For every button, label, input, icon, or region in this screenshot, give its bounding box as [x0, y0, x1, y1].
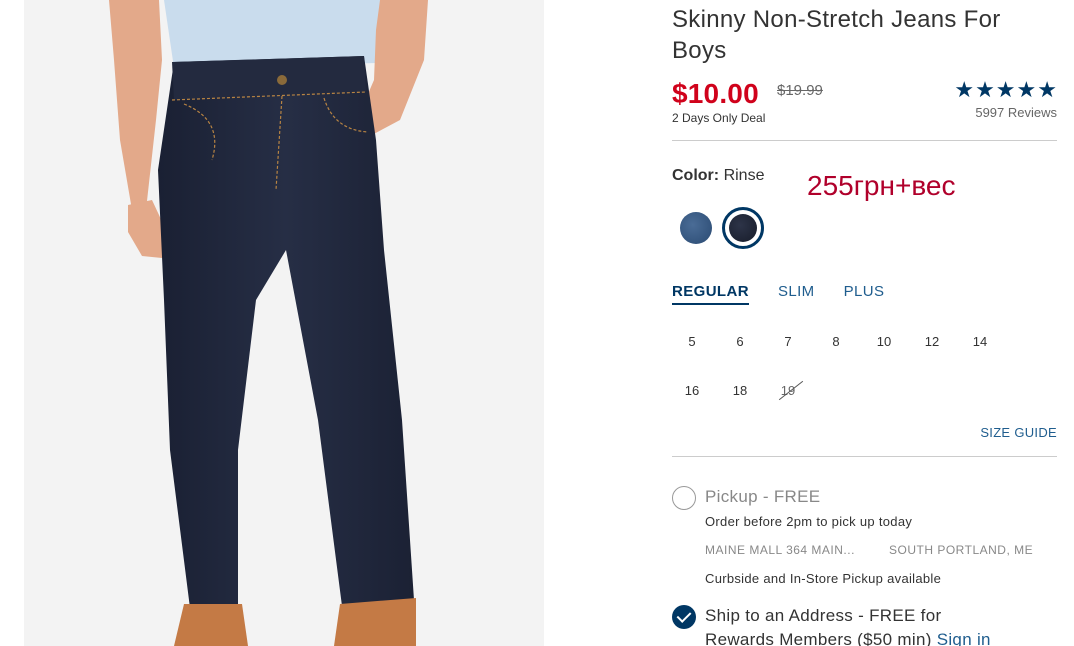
star-icon: ★: [1016, 77, 1037, 102]
original-price: $19.99: [777, 82, 823, 99]
tab-slim[interactable]: SLIM: [778, 283, 815, 305]
color-label: Color:: [672, 167, 720, 184]
color-selection: Color: Rinse: [672, 167, 764, 185]
ship-radio-checked[interactable]: [672, 605, 696, 629]
size-option[interactable]: 12: [912, 334, 952, 349]
curbside-note: Curbside and In-Store Pickup available: [705, 571, 942, 586]
pickup-radio[interactable]: [672, 486, 696, 510]
half-star-icon: ★: [1037, 77, 1057, 102]
product-details: Skinny Non-Stretch Jeans For Boys $10.00…: [672, 0, 1057, 646]
star-icon: ★: [975, 77, 995, 102]
rating-stars[interactable]: ★ ★ ★ ★ ★: [954, 79, 1057, 101]
star-icon: ★: [954, 77, 975, 102]
color-value: Rinse: [723, 167, 765, 184]
store-name-link[interactable]: MAINE MALL 364 MAIN...: [705, 543, 855, 557]
product-image[interactable]: [24, 0, 544, 646]
sale-price: $10.00: [672, 78, 759, 109]
store-city: SOUTH PORTLAND, ME: [889, 543, 1034, 557]
size-option[interactable]: 18: [720, 383, 760, 398]
swatch-rinse[interactable]: [729, 214, 757, 242]
sign-in-link[interactable]: Sign in: [937, 630, 991, 646]
size-option[interactable]: 16: [672, 383, 712, 398]
pickup-subtext: Order before 2pm to pick up today: [705, 514, 913, 529]
deal-text: 2 Days Only Deal: [672, 111, 766, 125]
pickup-label: Pickup - FREE: [705, 487, 821, 506]
tab-plus[interactable]: PLUS: [844, 283, 885, 305]
ship-label: Ship to an Address - FREE for: [705, 606, 942, 625]
divider: [672, 140, 1057, 141]
size-option[interactable]: 7: [768, 334, 808, 349]
price-annotation: 255грн+вес: [807, 170, 956, 201]
tab-regular[interactable]: REGULAR: [672, 283, 749, 305]
divider: [672, 456, 1057, 457]
size-option[interactable]: 10: [864, 334, 904, 349]
size-option[interactable]: 8: [816, 334, 856, 349]
size-option[interactable]: 14: [960, 334, 1000, 349]
size-option[interactable]: 6: [720, 334, 760, 349]
product-title: Skinny Non-Stretch Jeans For Boys: [672, 6, 1001, 64]
reviews-link[interactable]: 5997 Reviews: [975, 105, 1057, 120]
ship-label-line2: Rewards Members ($50 min) Sign in: [705, 630, 991, 646]
ship-rewards-text: Rewards Members ($50 min): [705, 630, 932, 646]
star-icon: ★: [995, 77, 1016, 102]
fit-tabs: REGULAR SLIM PLUS: [672, 283, 884, 305]
size-option[interactable]: 5: [672, 334, 712, 349]
size-guide-link[interactable]: SIZE GUIDE: [980, 425, 1057, 440]
swatch-medium-wash[interactable]: [680, 212, 712, 244]
